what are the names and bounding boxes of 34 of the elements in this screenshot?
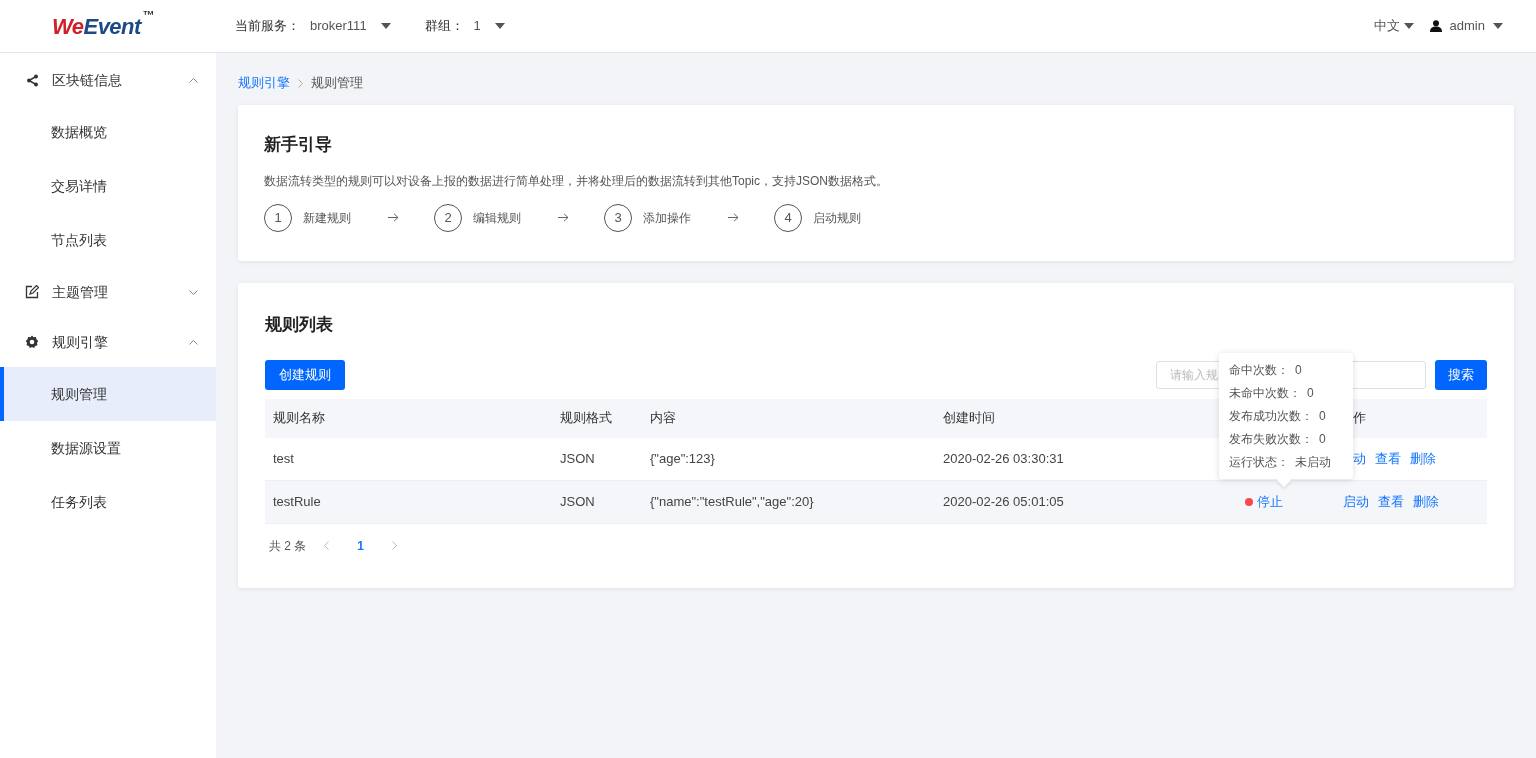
description-text: 数据流转类型的规则可以对设备上报的数据进行简单处理，并将处理后的数据流转到其他Topic，支持JSON数据格式。: [264, 172, 890, 190]
step-label: 新建规则: [303, 209, 352, 227]
column-header: 规则格式: [560, 410, 612, 426]
table-cell: test: [273, 450, 294, 466]
column-header: 创建时间: [943, 410, 995, 426]
breadcrumb-current: 规则管理: [311, 74, 363, 93]
tooltip-value: 0: [1319, 431, 1326, 448]
tooltip-value: 0: [1319, 408, 1326, 425]
tooltip-label: 发布失败次数：: [1229, 431, 1313, 448]
tooltip-value: 未启动: [1295, 454, 1331, 471]
column-header: 作: [1353, 410, 1366, 426]
card-title: 规则列表: [265, 314, 334, 336]
table-cell: 2020-02-26 03:30:31: [943, 450, 1064, 466]
tooltip-label: 发布成功次数：: [1229, 408, 1313, 425]
tooltip-label: 命中次数：: [1229, 362, 1289, 379]
table-cell: JSON: [560, 493, 595, 509]
step-label: 启动规则: [813, 209, 862, 227]
card-title: 新手引导: [264, 134, 333, 156]
step-label: 编辑规则: [473, 209, 522, 227]
table-cell: JSON: [560, 450, 595, 466]
tooltip-value: 0: [1295, 362, 1302, 379]
total-count: 共 2 条: [269, 537, 307, 555]
tooltip-label: 未命中次数：: [1229, 385, 1301, 402]
table-cell: {"age":123}: [650, 450, 715, 466]
step-label: 添加操作: [643, 209, 692, 227]
column-header: 规则名称: [273, 410, 325, 426]
tooltip-value: 0: [1307, 385, 1314, 402]
column-header: 内容: [650, 410, 676, 426]
trademark-mark: ™: [142, 6, 155, 24]
table-cell: {"name":"testRule","age":20}: [650, 493, 814, 509]
table-cell: 2020-02-26 05:01:05: [943, 493, 1064, 509]
table-cell: testRule: [273, 493, 321, 509]
tooltip-label: 运行状态：: [1229, 454, 1289, 471]
logo: WeEvent™: [51, 9, 156, 41]
